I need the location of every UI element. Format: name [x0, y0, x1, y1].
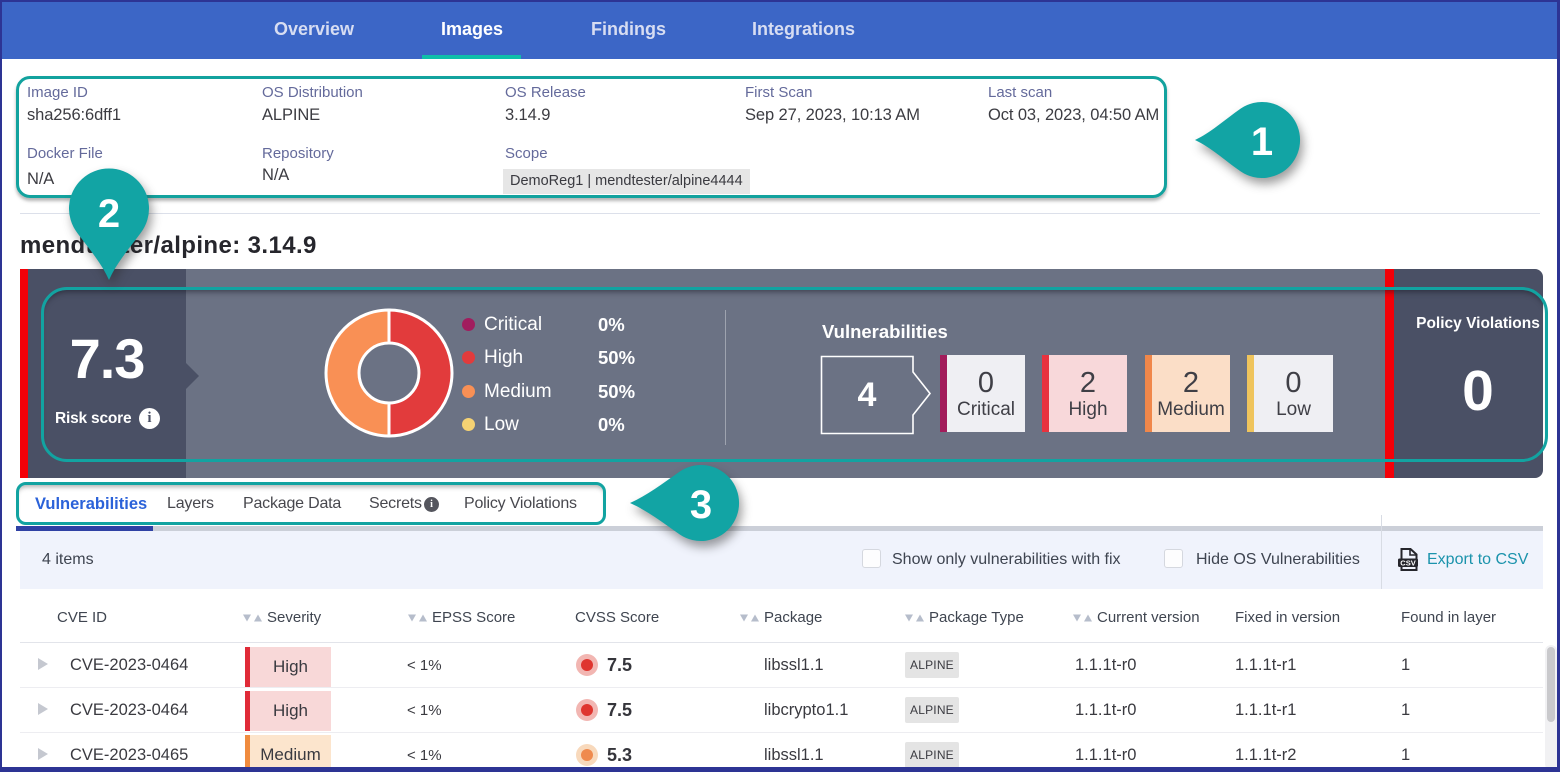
- svg-text:2: 2: [98, 192, 120, 236]
- svg-text:1: 1: [1251, 120, 1273, 164]
- svg-text:CSV: CSV: [1400, 558, 1415, 567]
- svg-text:3: 3: [690, 483, 712, 527]
